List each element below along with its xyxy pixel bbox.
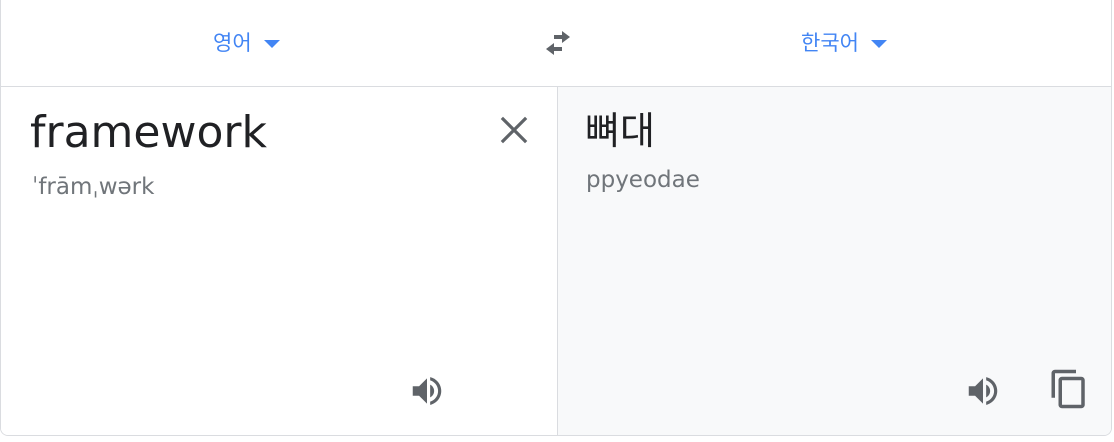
content-copy-icon (1051, 369, 1085, 409)
target-language-label: 한국어 (801, 31, 859, 55)
target-pane: 뼈대 ppyeodae (558, 87, 1111, 435)
listen-source-button[interactable] (405, 369, 449, 413)
source-pane: framework ˈfrāmˌwərk (1, 87, 558, 435)
volume-up-icon (412, 377, 442, 405)
source-language-label: 영어 (213, 31, 252, 55)
close-icon (500, 116, 528, 144)
swap-languages-button[interactable] (537, 24, 579, 62)
volume-up-icon (968, 377, 998, 405)
copy-translation-button[interactable] (1047, 367, 1091, 411)
target-text: 뼈대 (585, 109, 655, 153)
caret-down-icon (263, 40, 280, 48)
language-bar: 영어 한국어 (1, 0, 1111, 87)
swap-horiz-icon (546, 31, 570, 55)
source-language-selector[interactable]: 영어 (213, 24, 280, 60)
source-phonetic: ˈfrāmˌwərk (32, 174, 155, 200)
clear-source-button[interactable] (495, 111, 533, 149)
source-text[interactable]: framework (30, 105, 267, 161)
caret-down-icon (870, 40, 887, 48)
target-romanization: ppyeodae (586, 167, 700, 193)
listen-target-button[interactable] (961, 369, 1005, 413)
target-language-selector[interactable]: 한국어 (801, 24, 887, 60)
translate-card: 영어 한국어 framework ˈfrāmˌwərk 뼈대 ppyeodae (0, 0, 1112, 436)
